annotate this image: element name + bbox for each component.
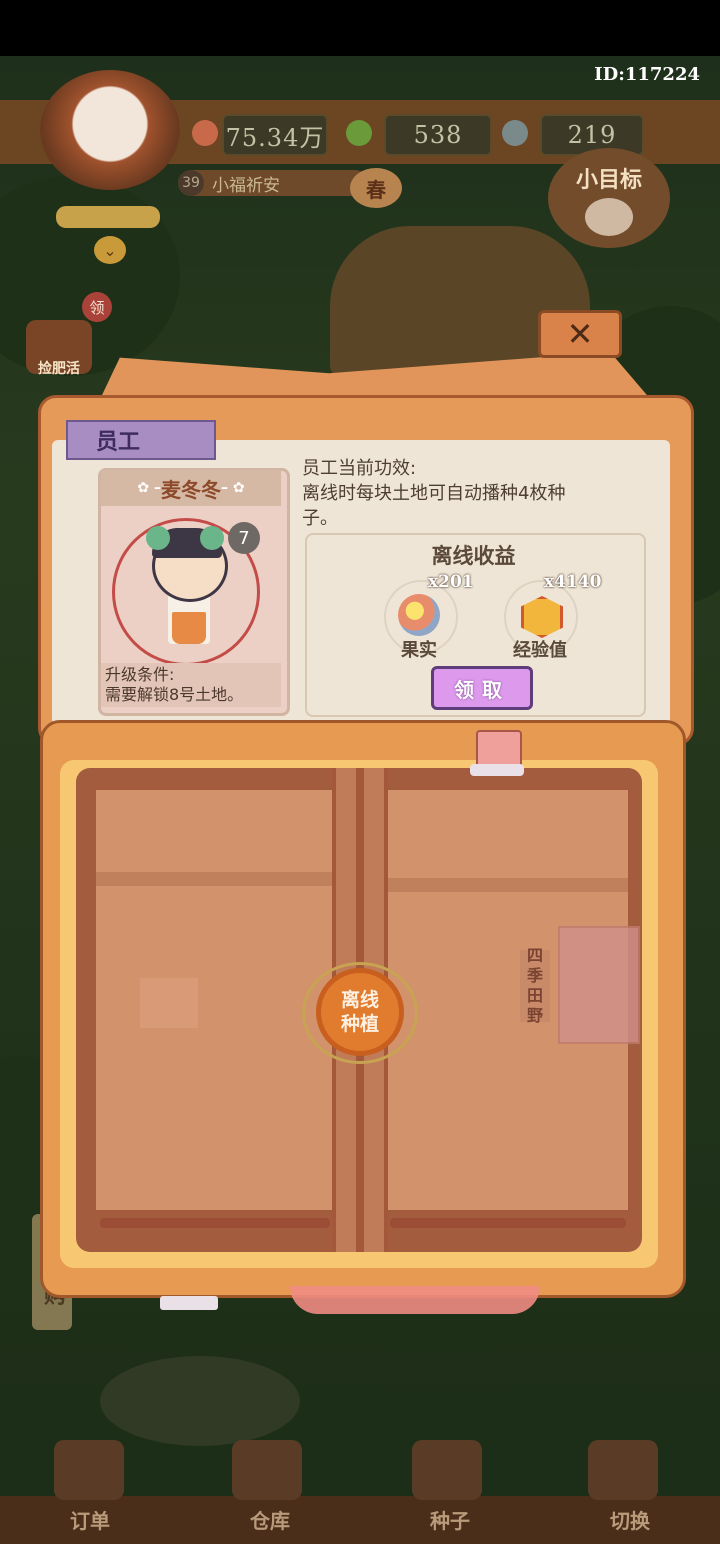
close-x-icon: ✕	[566, 315, 594, 353]
level-number: 39	[178, 170, 204, 196]
coins-counter: 75.34万	[222, 114, 328, 156]
scroll-icon[interactable]	[56, 206, 160, 228]
label-char: 季	[526, 966, 543, 985]
page-divider	[96, 872, 332, 886]
frog-hat-icon	[200, 526, 224, 550]
effect-title: 员工当前功效:	[302, 458, 417, 479]
four-seasons-label: 四 季 田 野	[520, 946, 550, 1025]
page-edge	[100, 1218, 330, 1228]
exp-label: 经验值	[513, 640, 567, 661]
offline-planting-seal-button[interactable]: 离线种植	[316, 968, 404, 1056]
nav-seeds[interactable]: 种子	[400, 1505, 500, 1534]
small-goal-button[interactable]: 小目标	[548, 148, 670, 248]
fruit-basket-icon	[398, 594, 440, 636]
empty-plot-plaque	[140, 978, 198, 1028]
warehouse-icon[interactable]	[232, 1440, 302, 1500]
fruit-quantity: x201	[428, 572, 474, 592]
frog-hat-icon	[146, 526, 170, 550]
page-divider	[388, 878, 628, 892]
upgrade-condition: 升级条件: 需要解锁8号土地。	[101, 663, 281, 707]
player-avatar[interactable]	[40, 70, 180, 190]
book-corner-tab	[160, 1296, 218, 1310]
nav-warehouse[interactable]: 仓库	[220, 1505, 320, 1534]
small-goal-label: 小目标	[575, 168, 642, 193]
close-button[interactable]: ✕	[538, 310, 622, 358]
flower-icon: ✿ –	[137, 480, 161, 496]
book-clasp-base	[470, 764, 524, 776]
employee-name-text: 麦冬冬	[161, 477, 221, 502]
fruit-label: 果实	[401, 640, 437, 661]
level-chip: 39 小福祈安	[178, 170, 368, 196]
player-id: ID:117224	[594, 64, 700, 85]
exp-quantity: x4140	[544, 572, 602, 592]
label-char: 四	[526, 946, 543, 965]
upgrade-text: 需要解锁8号土地。	[105, 685, 244, 704]
chest-label: 捡肥活	[38, 361, 80, 377]
clock-icon	[502, 120, 528, 146]
map-switch-icon[interactable]	[588, 1440, 658, 1500]
nav-orders[interactable]: 订单	[40, 1505, 140, 1534]
page-edge	[390, 1218, 626, 1228]
employee-name: ✿ – 麦冬冬 – ✿	[101, 470, 281, 506]
seed-book-icon[interactable]	[412, 1440, 482, 1500]
leaf-icon	[346, 120, 372, 146]
chevron-down-icon[interactable]: ⌄	[94, 236, 126, 264]
flower-icon: – ✿	[221, 480, 245, 496]
leaves-counter: 538	[384, 114, 492, 156]
player-name: 小福祈安	[212, 175, 280, 196]
tab-employee[interactable]: 员工	[66, 420, 216, 460]
book-handle	[290, 1286, 540, 1314]
season-badge[interactable]: 春	[350, 168, 402, 208]
nav-switch[interactable]: 切换	[580, 1505, 680, 1534]
claim-button[interactable]: 领取	[431, 666, 533, 710]
character-skirt	[172, 612, 206, 644]
upgrade-title: 升级条件:	[105, 665, 175, 684]
label-char: 野	[526, 1006, 543, 1025]
order-clipboard-icon[interactable]	[54, 1440, 124, 1500]
left-page	[96, 790, 336, 1210]
offline-income-title: 离线收益	[431, 544, 516, 568]
employee-effect: 员工当前功效: 离线时每块土地可自动播种4枚种子。	[302, 456, 592, 531]
claim-badge[interactable]: 领	[82, 292, 112, 322]
label-char: 田	[526, 986, 543, 1005]
effect-text: 离线时每块土地可自动播种4枚种子。	[302, 483, 566, 529]
employee-level-badge: 7	[228, 522, 260, 554]
coin-icon	[192, 120, 218, 146]
character-sketch-portrait	[558, 926, 640, 1044]
bear-face-icon	[585, 198, 633, 236]
